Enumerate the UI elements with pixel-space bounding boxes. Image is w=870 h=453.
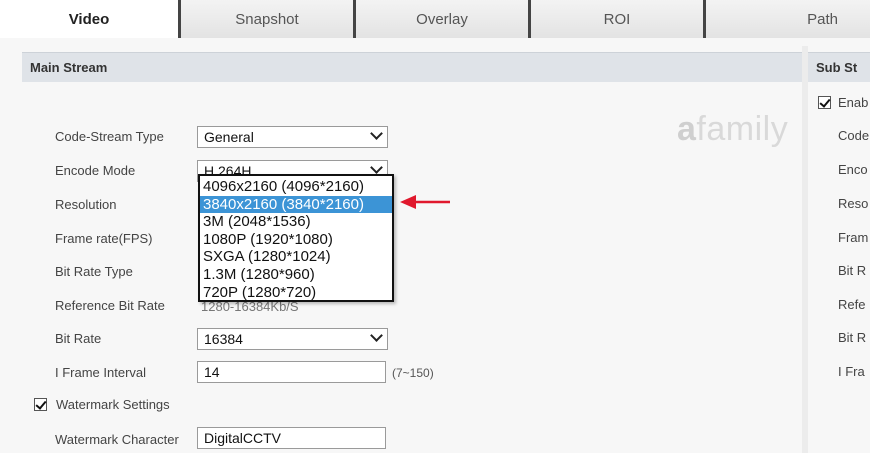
i-frame-interval-label: I Frame Interval (55, 365, 147, 380)
bit-rate-value: 16384 (204, 331, 243, 347)
resolution-option[interactable]: 720P (1280*720) (200, 284, 392, 302)
sub-stream-label: Bit R (838, 263, 867, 278)
sub-stream-label: Reso (838, 196, 869, 211)
panel-divider (802, 46, 808, 453)
tab-roi[interactable]: ROI (528, 0, 703, 38)
code-stream-type-value: General (204, 129, 254, 145)
bit-rate-type-label: Bit Rate Type (55, 264, 133, 279)
sub-stream-label: Bit R (838, 330, 867, 345)
watermark-settings-label: Watermark Settings (56, 397, 170, 412)
sub-stream-label: Code (838, 128, 870, 143)
main-stream-header: Main Stream (22, 52, 802, 82)
resolution-dropdown-list[interactable]: 4096x2160 (4096*2160) 3840x2160 (3840*21… (198, 174, 394, 302)
code-stream-type-select[interactable]: General (197, 126, 388, 148)
tab-bar: Video Snapshot Overlay ROI Path (0, 0, 870, 38)
resolution-option[interactable]: 1.3M (1280*960) (200, 266, 392, 284)
sub-stream-label: Fram (838, 230, 869, 245)
tab-path[interactable]: Path (703, 0, 870, 38)
afamily-watermark-logo: afamily (677, 110, 789, 148)
i-frame-interval-input[interactable]: 14 (197, 361, 386, 383)
resolution-option[interactable]: 1080P (1920*1080) (200, 231, 392, 249)
sub-stream-title: Sub St (816, 60, 858, 75)
resolution-label: Resolution (55, 197, 117, 212)
resolution-option[interactable]: 4096x2160 (4096*2160) (200, 178, 392, 196)
watermark-character-input[interactable]: DigitalCCTV (197, 427, 386, 449)
main-stream-title: Main Stream (30, 60, 108, 75)
resolution-option[interactable]: 3M (2048*1536) (200, 213, 392, 231)
sub-stream-label: I Fra (838, 364, 865, 379)
sub-stream-header: Sub St (808, 52, 870, 82)
sub-stream-enable-checkbox[interactable] (818, 96, 831, 109)
bit-rate-select[interactable]: 16384 (197, 328, 388, 350)
resolution-option-selected[interactable]: 3840x2160 (3840*2160) (200, 195, 392, 214)
tab-video[interactable]: Video (0, 0, 178, 38)
sub-stream-label: Refe (838, 297, 866, 312)
frame-rate-label: Frame rate(FPS) (55, 231, 153, 246)
tab-overlay[interactable]: Overlay (353, 0, 528, 38)
sub-stream-label: Enco (838, 162, 868, 177)
tab-snapshot[interactable]: Snapshot (178, 0, 353, 38)
i-frame-interval-hint: (7~150) (392, 366, 434, 380)
chevron-down-icon (370, 161, 383, 174)
reference-bit-rate-label: Reference Bit Rate (55, 298, 165, 313)
chevron-down-icon (370, 127, 383, 140)
watermark-character-label: Watermark Character (55, 432, 179, 447)
resolution-option[interactable]: SXGA (1280*1024) (200, 248, 392, 266)
sub-stream-enable-label: Enab (838, 95, 869, 110)
bit-rate-label: Bit Rate (55, 331, 102, 346)
chevron-down-icon (370, 329, 383, 342)
encode-mode-label: Encode Mode (55, 163, 136, 178)
watermark-settings-checkbox[interactable] (34, 398, 47, 411)
red-arrow-icon (400, 195, 450, 209)
code-stream-type-label: Code-Stream Type (55, 129, 164, 144)
